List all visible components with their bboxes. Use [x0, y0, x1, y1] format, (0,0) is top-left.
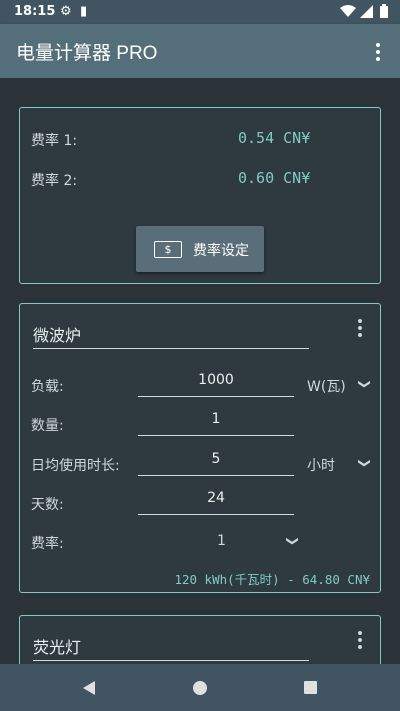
rate1-label: 费率 1: [31, 133, 78, 149]
gear-icon: ⚙ [60, 4, 72, 19]
hours-input[interactable]: 5 [138, 451, 294, 476]
days-input[interactable]: 24 [138, 490, 294, 515]
rate-settings-button[interactable]: $ 费率设定 [136, 226, 264, 272]
rates-card: 费率 1: 0.54 CN¥ 费率 2: 0.60 CN¥ $ 费率设定 [19, 107, 381, 284]
hours-label: 日均使用时长: [31, 458, 120, 474]
rate-select[interactable]: 1 [217, 533, 226, 549]
load-input[interactable]: 1000 [138, 372, 294, 397]
wifi-icon [340, 5, 356, 17]
sd-card-icon: ▮ [80, 4, 88, 19]
qty-label: 数量: [31, 418, 64, 434]
result-text: 120 kWh(千瓦时) - 64.80 CN¥ [174, 572, 370, 587]
back-icon[interactable] [83, 681, 95, 695]
qty-input[interactable]: 1 [138, 411, 294, 436]
load-unit-select[interactable]: W(瓦) [307, 376, 346, 396]
home-icon[interactable] [193, 681, 207, 695]
rate-label: 费率: [31, 536, 64, 552]
signal-icon [360, 5, 373, 18]
chevron-down-icon[interactable]: ❯ [286, 536, 300, 546]
navigation-bar [0, 664, 400, 711]
more-vert-icon[interactable] [358, 631, 362, 652]
rate2-label: 费率 2: [31, 173, 78, 189]
status-bar: 18:15 ⚙ ▮ [0, 0, 400, 24]
appliance-name-input[interactable]: 荧光灯 [33, 634, 309, 661]
appliance-card: 微波炉 负载: 1000 W(瓦) ❯ 数量: 1 日均使用时长: 5 小时 ❯… [19, 303, 381, 593]
rate-settings-label: 费率设定 [193, 243, 249, 259]
days-label: 天数: [31, 497, 64, 513]
rate2-value: 0.60 CN¥ [238, 169, 311, 187]
recents-icon[interactable] [304, 681, 317, 694]
hours-unit-select[interactable]: 小时 [307, 455, 335, 475]
load-label: 负载: [31, 379, 64, 395]
more-vert-icon[interactable] [376, 43, 380, 64]
rate1-value: 0.54 CN¥ [238, 129, 311, 147]
chevron-down-icon[interactable]: ❯ [358, 458, 372, 468]
battery-icon [380, 4, 388, 18]
status-time: 18:15 [14, 4, 56, 19]
appliance-card: 荧光灯 [19, 615, 381, 664]
chevron-down-icon[interactable]: ❯ [358, 379, 372, 389]
dollar-bill-icon: $ [154, 241, 182, 258]
content-scroll[interactable]: 费率 1: 0.54 CN¥ 费率 2: 0.60 CN¥ $ 费率设定 微波炉… [0, 78, 400, 664]
app-bar: 电量计算器 PRO [0, 24, 400, 78]
appliance-name-input[interactable]: 微波炉 [33, 322, 309, 349]
more-vert-icon[interactable] [358, 319, 362, 340]
app-title: 电量计算器 PRO [16, 43, 158, 64]
